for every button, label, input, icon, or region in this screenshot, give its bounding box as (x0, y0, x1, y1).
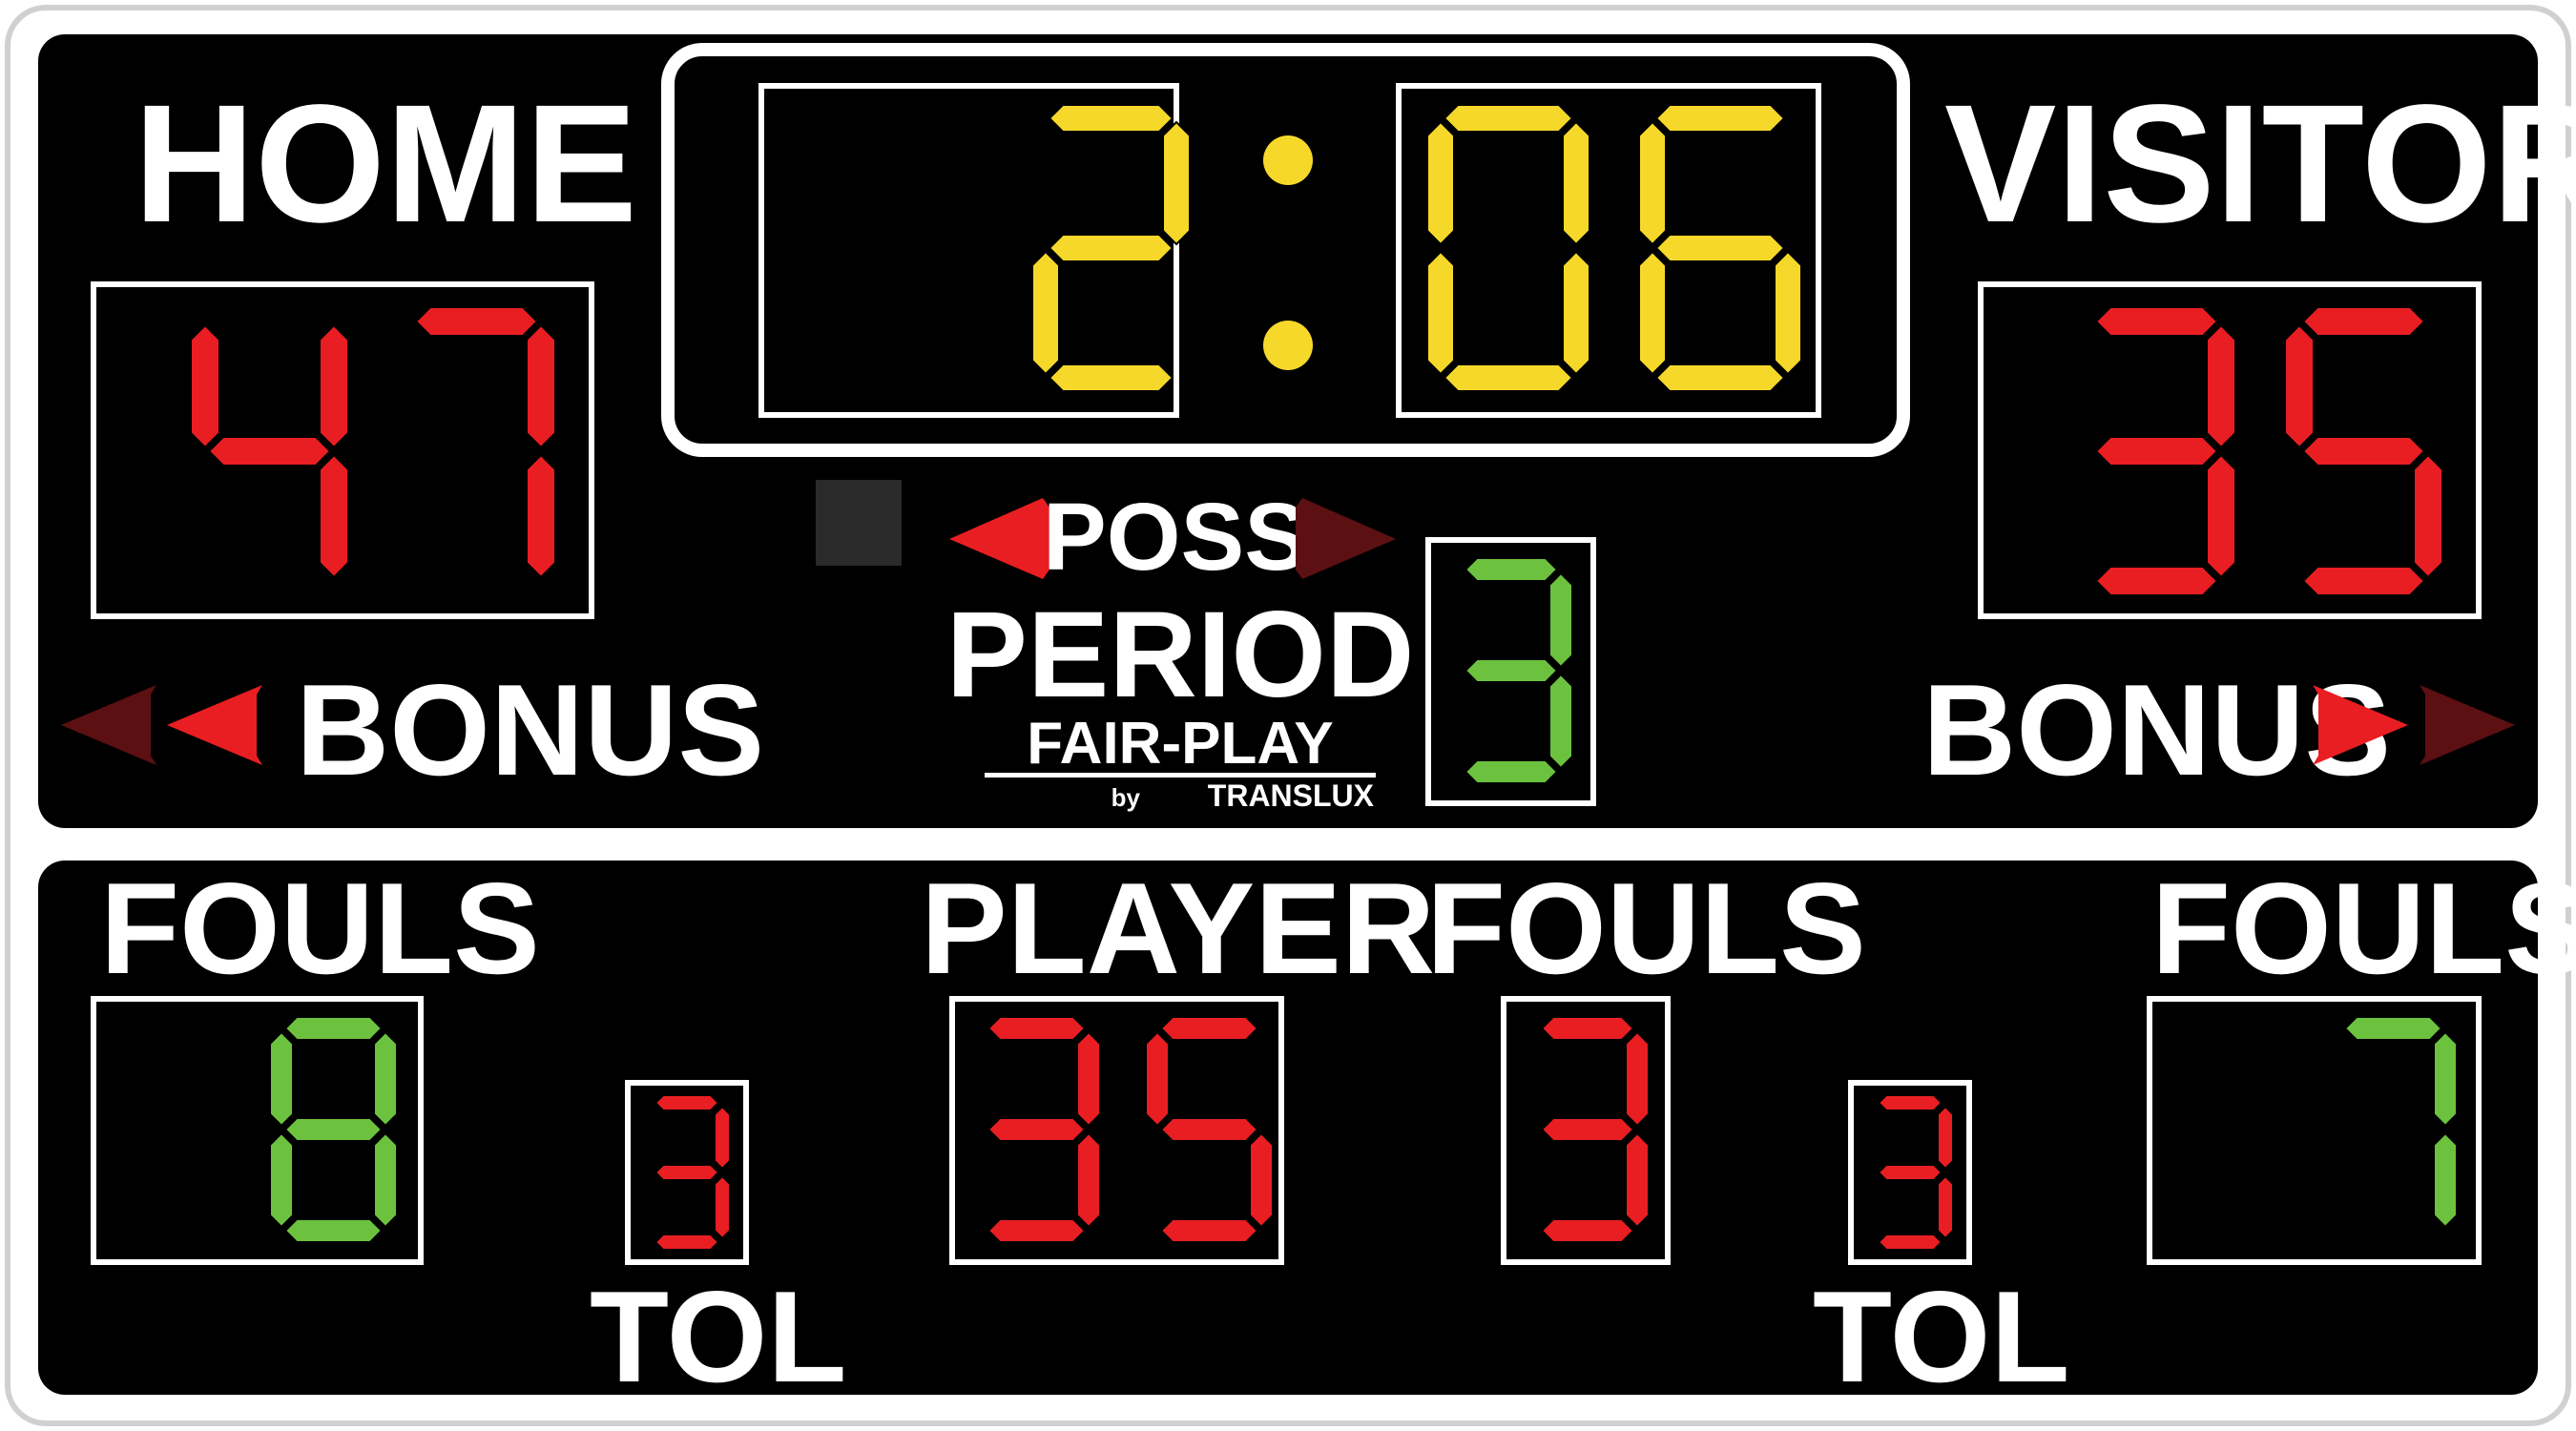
visitor-score-digit-1-segment-a (2094, 306, 2219, 337)
home-fouls-digit-1-segment-a (283, 1016, 384, 1041)
home-tol-digit-1-segment-b (714, 1105, 731, 1171)
clock-minutes-digit-2-segment-g (1048, 234, 1174, 262)
clock-seconds-digit-2-segment-d (1654, 363, 1786, 392)
player-number-digit-1-segment-g (987, 1117, 1087, 1142)
home-fouls-digit-1-segment-b (373, 1030, 398, 1128)
home-score-digit-2-segment-c (526, 453, 556, 579)
home-score-digit-1-segment-b (319, 323, 349, 449)
home-fouls-digit-1-segment-g (283, 1117, 384, 1142)
visitor-label: VISITOR (1944, 71, 2576, 258)
visitor-score-digit-2-segment-f (2284, 323, 2315, 449)
clock-colon-dot-bottom (1263, 321, 1313, 370)
home-tol-digit-1-segment-a (654, 1094, 720, 1111)
visitor-score-digit-1-segment-b (2206, 323, 2236, 449)
home-fouls-digit-1-segment-d (283, 1218, 384, 1243)
player-number-digit-2-segment-d (1159, 1218, 1259, 1243)
home-fouls-digit-1-segment-c (373, 1131, 398, 1229)
visitor-tol-digit-1-segment-d (1877, 1234, 1943, 1251)
player-number-digit-2-segment-g (1159, 1117, 1259, 1142)
visitor-score-digit-2-segment-g (2301, 436, 2426, 467)
clock-seconds-digit-1-segment-e (1426, 250, 1455, 376)
home-tol-label: TOL (590, 1264, 846, 1409)
brand-by: by (1111, 783, 1141, 812)
clock-seconds-digit-2-segment-g (1654, 234, 1786, 262)
clock-colon-dot-top (1263, 135, 1313, 185)
home-tol-digit-1-segment-d (654, 1234, 720, 1251)
player-number-digit-2-segment-c (1249, 1131, 1274, 1229)
clock-seconds-digit-2-segment-c (1774, 250, 1802, 376)
home-score-digit-1-segment-g (207, 436, 332, 467)
home-tol-digit-1-segment-g (654, 1164, 720, 1181)
visitor-score-digit-1-segment-g (2094, 436, 2219, 467)
clock-minutes-digit-2-segment-b (1162, 120, 1191, 246)
player-number-digit-1-segment-a (987, 1016, 1087, 1041)
player-label: PLAYER (921, 856, 1435, 1001)
clock-seconds-digit-1-segment-d (1443, 363, 1574, 392)
visitor-tol-digit-1-segment-b (1937, 1105, 1954, 1171)
visitor-score-digit-2-segment-a (2301, 306, 2426, 337)
home-fouls-digit-1-segment-f (269, 1030, 294, 1128)
home-label: HOME (134, 71, 637, 258)
home-tol-digit-1-segment-c (714, 1174, 731, 1240)
possession-label: POSS (1043, 484, 1308, 591)
player-fouls-digit-1-segment-a (1540, 1016, 1635, 1041)
brand-name: FAIR-PLAY (1027, 711, 1334, 777)
player-fouls-digit-1-segment-g (1540, 1117, 1635, 1142)
home-score-digit-2-segment-b (526, 323, 556, 449)
player-fouls-digit-1-segment-c (1625, 1131, 1650, 1229)
visitor-tol-digit-1-segment-a (1877, 1094, 1943, 1111)
horn-indicator-lamp (816, 480, 902, 566)
clock-minutes-digit-2-segment-a (1048, 104, 1174, 133)
visitor-fouls-label: FOULS (2151, 856, 2576, 1001)
visitor-score-digit-1-segment-c (2206, 453, 2236, 579)
visitor-score-digit-2-segment-d (2301, 566, 2426, 596)
clock-seconds-digit-2-segment-f (1638, 120, 1667, 246)
clock-seconds-digit-2-segment-a (1654, 104, 1786, 133)
period-label: PERIOD (946, 587, 1415, 723)
visitor-fouls-digit-1-segment-c (2433, 1131, 2458, 1229)
period-digit-1-segment-c (1548, 673, 1573, 770)
clock-minutes-digit-2-segment-d (1048, 363, 1174, 392)
player-number-digit-1-segment-c (1076, 1131, 1101, 1229)
clock-seconds-digit-1-segment-a (1443, 104, 1574, 133)
clock-seconds-digit-1-segment-f (1426, 120, 1455, 246)
visitor-fouls-digit-1-segment-a (2343, 1016, 2443, 1041)
home-fouls-digit-1-segment-e (269, 1131, 294, 1229)
visitor-tol-label: TOL (1813, 1264, 2069, 1409)
home-score-digit-1-segment-f (190, 323, 220, 449)
scoreboard: HOME VISITOR POSS PERIOD FAIR-PLAY by TR… (5, 5, 2576, 1426)
visitor-score-digit-1-segment-d (2094, 566, 2219, 596)
visitor-score-digit-2-segment-c (2413, 453, 2443, 579)
clock-minutes-digit-2-segment-e (1031, 250, 1060, 376)
home-score-digit-2-segment-a (414, 306, 539, 337)
home-score-digit-1-segment-c (319, 453, 349, 579)
clock-seconds-digit-1-segment-b (1562, 120, 1590, 246)
clock-seconds-digit-2-segment-e (1638, 250, 1667, 376)
home-fouls-label: FOULS (100, 856, 540, 1001)
brand-company: TRANSLUX (1208, 778, 1375, 813)
home-bonus-label: BONUS (296, 657, 764, 802)
player-number-digit-1-segment-b (1076, 1030, 1101, 1128)
visitor-tol-digit-1-segment-c (1937, 1174, 1954, 1240)
player-number-digit-2-segment-a (1159, 1016, 1259, 1041)
period-digit-1-segment-a (1464, 557, 1559, 582)
brand-rule (985, 773, 1376, 778)
player-number-digit-2-segment-f (1145, 1030, 1170, 1128)
visitor-fouls-digit-1-segment-b (2433, 1030, 2458, 1128)
period-digit-1-segment-d (1464, 759, 1559, 784)
player-fouls-label: FOULS (1426, 856, 1866, 1001)
period-digit-1-segment-g (1464, 658, 1559, 683)
clock-seconds-digit-1-segment-c (1562, 250, 1590, 376)
player-fouls-digit-1-segment-b (1625, 1030, 1650, 1128)
player-number-digit-1-segment-d (987, 1218, 1087, 1243)
player-fouls-digit-1-segment-d (1540, 1218, 1635, 1243)
period-digit-1-segment-b (1548, 571, 1573, 669)
visitor-tol-digit-1-segment-g (1877, 1164, 1943, 1181)
